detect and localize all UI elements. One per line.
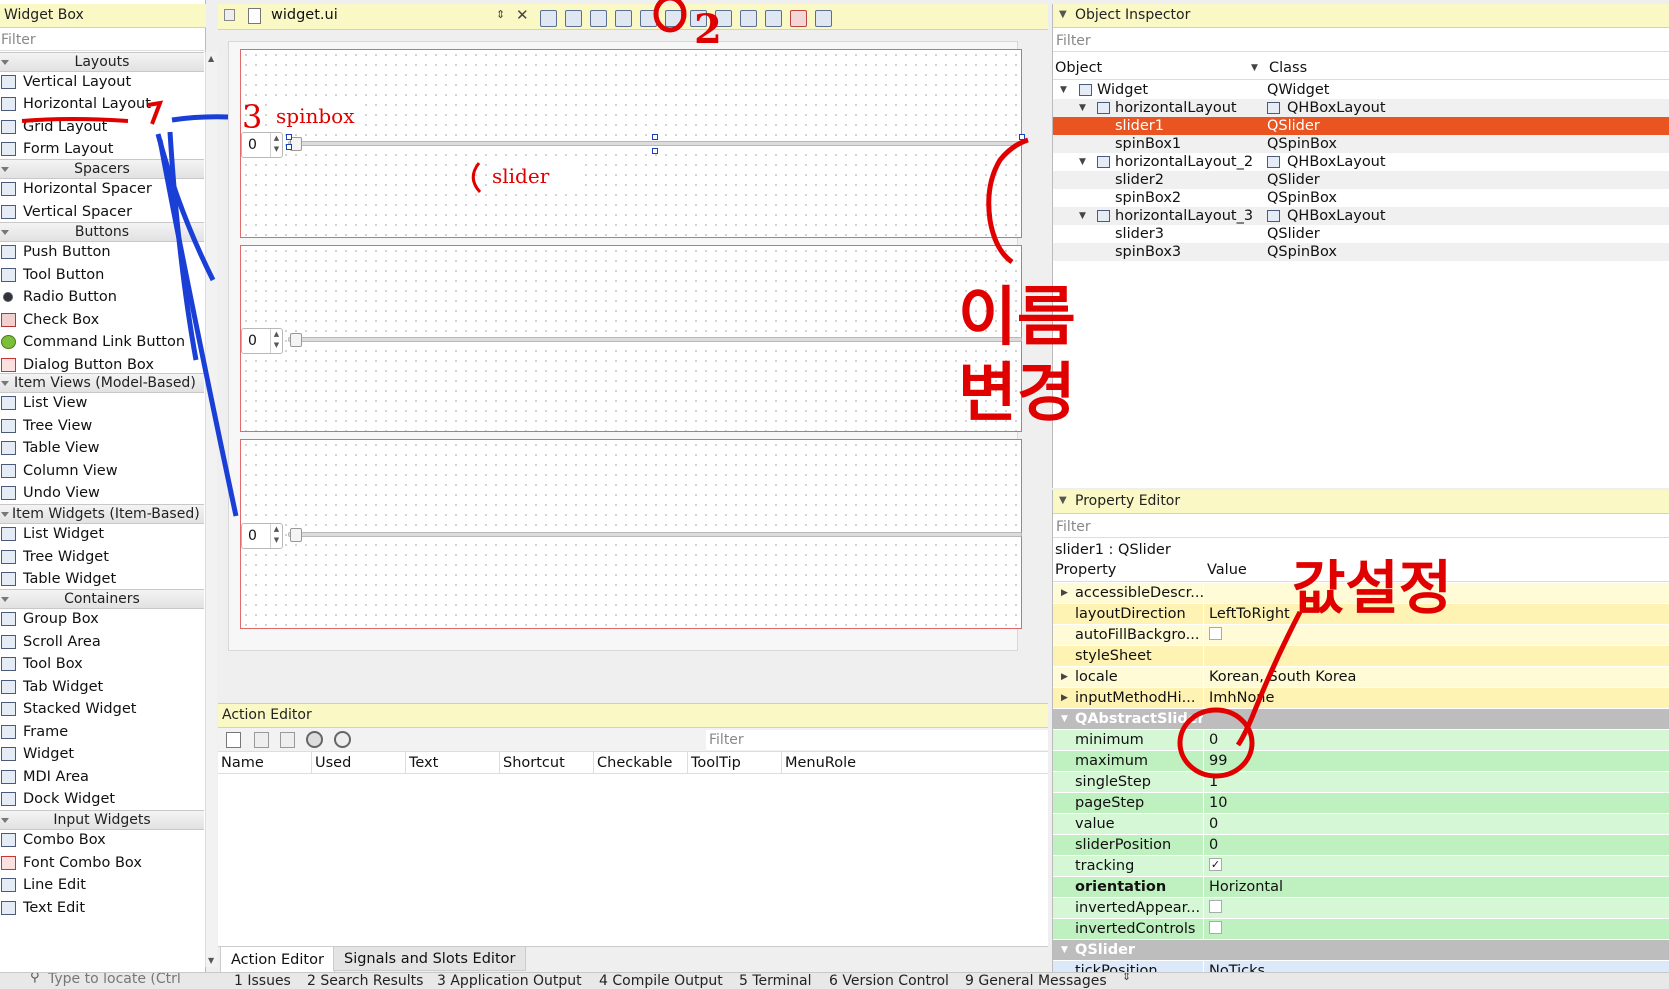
annotation-underline	[21, 117, 129, 123]
annotation-spinbox: spinbox	[270, 104, 361, 128]
annotation-step2: 2	[694, 6, 722, 53]
annotation-blue-line-3	[157, 139, 239, 517]
annotation-korean-value: 값설정	[1292, 554, 1453, 622]
qt-designer-window: { "widget_box": { "title": "Widget Box",…	[0, 0, 1669, 989]
annotation-brace	[986, 137, 1029, 265]
annotation-circle-layout-icon	[653, 0, 687, 33]
annotation-overlay	[21, 0, 1303, 779]
annotation-tick	[147, 100, 164, 125]
annotation-step3-number: 3	[242, 98, 263, 136]
annotation-blue-line-top	[171, 114, 229, 123]
annotation-slider-mark	[471, 162, 482, 194]
annotation-blue-line-2	[167, 131, 199, 361]
annotation-korean-rename: 이름 변경	[958, 281, 1076, 431]
annotation-blue-line-1	[155, 133, 216, 282]
annotation-slider: slider	[492, 164, 580, 188]
